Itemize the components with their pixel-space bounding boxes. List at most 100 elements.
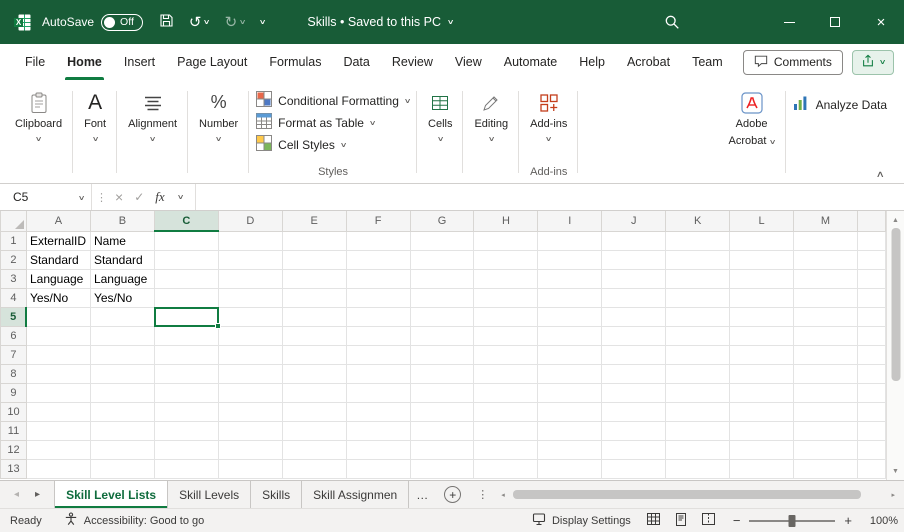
minimize-button[interactable] — [766, 0, 812, 44]
tab-scrollbar-splitter[interactable]: ⋮ — [477, 488, 488, 501]
zoom-level[interactable]: 100% — [862, 515, 898, 527]
ribbon-tab-view[interactable]: View — [444, 44, 493, 80]
column-header-B[interactable]: B — [90, 211, 154, 231]
document-title[interactable]: Skills • Saved to this PC ∨ — [307, 15, 453, 29]
close-button[interactable]: × — [858, 0, 904, 44]
autosave-toggle[interactable]: Off — [101, 14, 143, 31]
cell-K9[interactable] — [666, 383, 730, 402]
cell-E1[interactable] — [282, 231, 346, 250]
cell-K7[interactable] — [666, 345, 730, 364]
row-header-6[interactable]: 6 — [1, 326, 27, 345]
cell-A8[interactable] — [26, 364, 90, 383]
cell-K6[interactable] — [666, 326, 730, 345]
cell-A13[interactable] — [26, 459, 90, 478]
more-sheets-indicator[interactable]: … — [409, 481, 435, 508]
name-box-resize-handle[interactable]: ⋮ — [92, 184, 111, 210]
cell-A6[interactable] — [26, 326, 90, 345]
cell-J13[interactable] — [602, 459, 666, 478]
cell-K4[interactable] — [666, 288, 730, 307]
row-header-8[interactable]: 8 — [1, 364, 27, 383]
cell-L5[interactable] — [730, 307, 794, 326]
cell-D11[interactable] — [218, 421, 282, 440]
cell-J11[interactable] — [602, 421, 666, 440]
cell-A3[interactable]: Language — [26, 269, 90, 288]
cell-H1[interactable] — [474, 231, 538, 250]
cell-C6[interactable] — [154, 326, 218, 345]
column-header-E[interactable]: E — [282, 211, 346, 231]
cell-A5[interactable] — [26, 307, 90, 326]
column-header-K[interactable]: K — [666, 211, 730, 231]
horizontal-scroll-thumb[interactable] — [513, 490, 862, 499]
cell-H9[interactable] — [474, 383, 538, 402]
cell-M2[interactable] — [794, 250, 858, 269]
cell-M8[interactable] — [794, 364, 858, 383]
cell-J12[interactable] — [602, 440, 666, 459]
ribbon-tab-file[interactable]: File — [14, 44, 56, 80]
cell-K1[interactable] — [666, 231, 730, 250]
collapse-ribbon-icon[interactable]: ∧ — [876, 169, 885, 180]
cell-H4[interactable] — [474, 288, 538, 307]
column-header-I[interactable]: I — [538, 211, 602, 231]
cell-I3[interactable] — [538, 269, 602, 288]
cell-K5[interactable] — [666, 307, 730, 326]
cell-J9[interactable] — [602, 383, 666, 402]
cell-B3[interactable]: Language — [90, 269, 154, 288]
cell-G10[interactable] — [410, 402, 474, 421]
cell-E7[interactable] — [282, 345, 346, 364]
cell-J3[interactable] — [602, 269, 666, 288]
cell-I6[interactable] — [538, 326, 602, 345]
cell-J2[interactable] — [602, 250, 666, 269]
cell-J5[interactable] — [602, 307, 666, 326]
cell-L10[interactable] — [730, 402, 794, 421]
page-layout-view-button[interactable] — [675, 513, 687, 529]
cell-J8[interactable] — [602, 364, 666, 383]
cell-D3[interactable] — [218, 269, 282, 288]
row-header-5[interactable]: 5 — [1, 307, 27, 326]
cell-B12[interactable] — [90, 440, 154, 459]
cell-F8[interactable] — [346, 364, 410, 383]
vertical-scroll-track[interactable] — [887, 226, 904, 465]
format-as-table-button[interactable]: Format as Table ∨ — [256, 113, 375, 132]
cell-G8[interactable] — [410, 364, 474, 383]
cell-B5[interactable] — [90, 307, 154, 326]
scroll-left-icon[interactable]: ◂ — [495, 491, 511, 499]
cell-G4[interactable] — [410, 288, 474, 307]
cell-D12[interactable] — [218, 440, 282, 459]
cell-I7[interactable] — [538, 345, 602, 364]
cell-F5[interactable] — [346, 307, 410, 326]
undo-button[interactable]: ↺∨ — [189, 15, 210, 30]
accessibility-status[interactable]: Accessibility: Good to go — [64, 512, 204, 529]
cell-L1[interactable] — [730, 231, 794, 250]
row-header-2[interactable]: 2 — [1, 250, 27, 269]
select-all-button[interactable] — [1, 211, 27, 231]
cell-E10[interactable] — [282, 402, 346, 421]
cell-K3[interactable] — [666, 269, 730, 288]
cell-G2[interactable] — [410, 250, 474, 269]
cell-I11[interactable] — [538, 421, 602, 440]
cell-C4[interactable] — [154, 288, 218, 307]
cell-K13[interactable] — [666, 459, 730, 478]
cell-E4[interactable] — [282, 288, 346, 307]
cell-G13[interactable] — [410, 459, 474, 478]
formula-bar-expand-button[interactable]: ∨ — [176, 193, 185, 201]
cell-F4[interactable] — [346, 288, 410, 307]
display-settings-button[interactable]: Display Settings — [532, 512, 631, 529]
cell-M12[interactable] — [794, 440, 858, 459]
cell-A2[interactable]: Standard — [26, 250, 90, 269]
ribbon-tab-help[interactable]: Help — [568, 44, 616, 80]
cell-E8[interactable] — [282, 364, 346, 383]
customize-toolbar-button[interactable]: ∨ — [260, 19, 265, 26]
cell-B10[interactable] — [90, 402, 154, 421]
cell-I9[interactable] — [538, 383, 602, 402]
cell-D2[interactable] — [218, 250, 282, 269]
cell-B2[interactable]: Standard — [90, 250, 154, 269]
cell-H11[interactable] — [474, 421, 538, 440]
ribbon-tab-acrobat[interactable]: Acrobat — [616, 44, 681, 80]
cell-M4[interactable] — [794, 288, 858, 307]
cell-H7[interactable] — [474, 345, 538, 364]
cell-I4[interactable] — [538, 288, 602, 307]
cell-J4[interactable] — [602, 288, 666, 307]
cell-F9[interactable] — [346, 383, 410, 402]
cell-A11[interactable] — [26, 421, 90, 440]
analyze-data-button[interactable]: Analyze Data — [793, 95, 887, 114]
